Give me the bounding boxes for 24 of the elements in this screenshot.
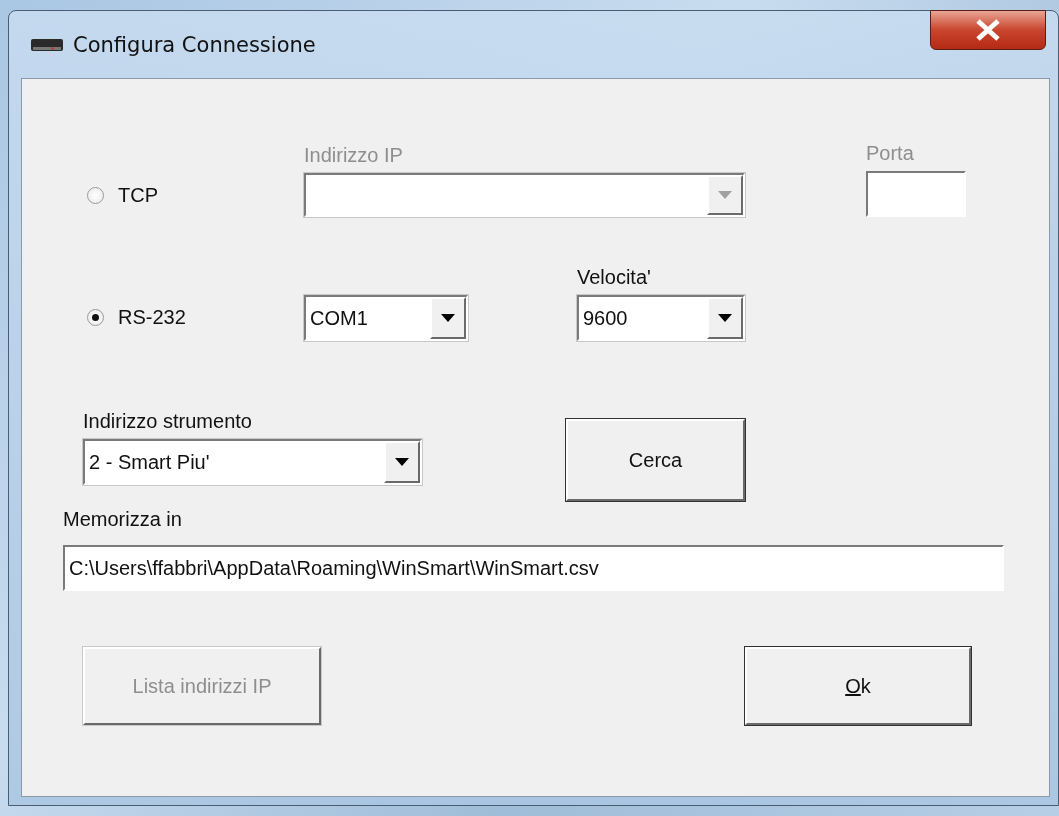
dropdown-arrow-icon: [395, 458, 409, 466]
speed-dropdown[interactable]: 9600: [577, 295, 745, 341]
ok-button[interactable]: Ok: [745, 647, 971, 725]
storage-path-field[interactable]: C:\Users\ffabbri\AppData\Roaming\WinSmart\WinSmart.csv: [63, 545, 1004, 591]
radio-label: TCP: [118, 184, 158, 207]
dropdown-arrow-icon: [718, 314, 732, 322]
close-button[interactable]: [930, 10, 1046, 50]
port-field[interactable]: [866, 171, 966, 217]
window-title: Configura Connessione: [73, 32, 316, 57]
instrument-address-dropdown[interactable]: 2 - Smart Piu': [83, 439, 422, 485]
dropdown-arrow-icon: [441, 314, 455, 322]
dropdown-arrow-icon: [718, 191, 732, 199]
instrument-address-label: Indirizzo strumento: [83, 410, 253, 433]
radio-label: RS-232: [118, 306, 186, 329]
port-label: Porta: [866, 142, 915, 165]
connection-radio[interactable]: RS-232: [87, 306, 267, 329]
close-icon: [975, 19, 1001, 41]
connection-radio[interactable]: TCP: [87, 184, 267, 207]
speed-label: Velocita': [577, 266, 652, 289]
search-button[interactable]: Cerca: [566, 419, 745, 501]
storage-label: Memorizza in: [63, 508, 183, 531]
device-icon: [31, 36, 63, 53]
com-port-dropdown[interactable]: COM1: [304, 295, 468, 341]
ip-address-label: Indirizzo IP: [304, 144, 404, 167]
